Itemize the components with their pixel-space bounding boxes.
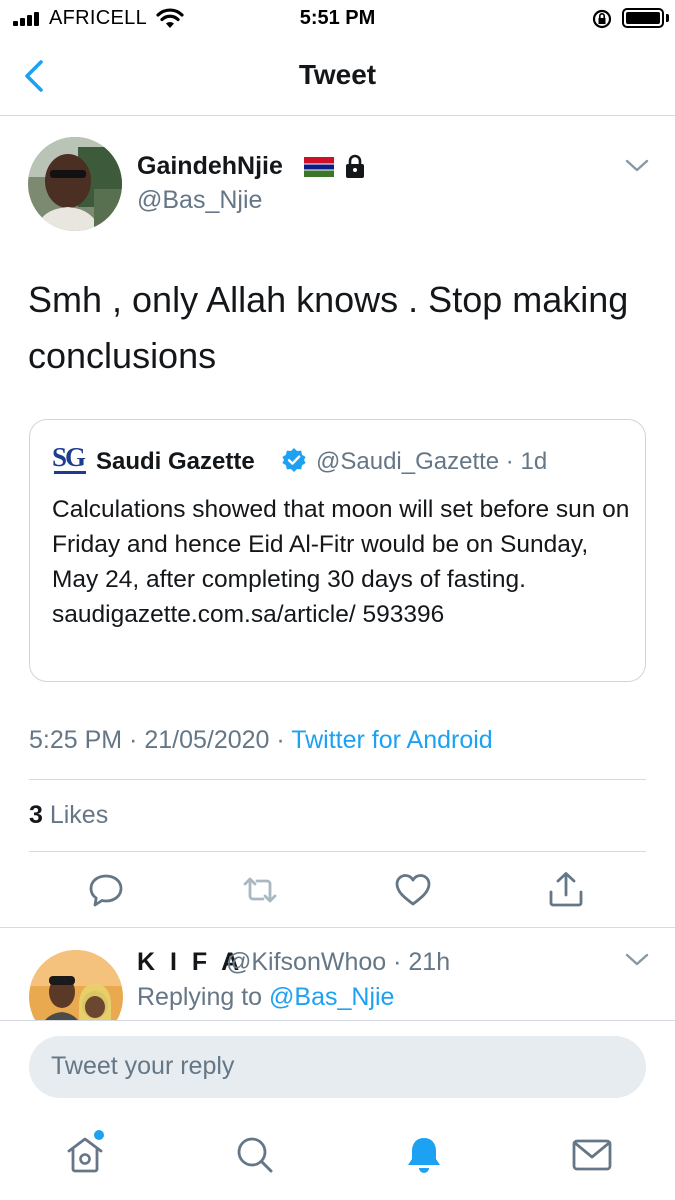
replying-to-handle[interactable]: @Bas_Njie [269,983,394,1011]
status-bar: AFRICELL 5:51 PM [0,0,675,38]
replying-to: Replying to @Bas_Njie [137,983,394,1012]
battery-tip [666,14,669,22]
replying-to-label: Replying to [137,983,270,1011]
timestamp-text: 5:25 PM · 21/05/2020 · [29,726,292,754]
quoted-handle-time: @Saudi_Gazette · 1d [316,448,548,475]
chevron-down-icon[interactable] [624,158,650,174]
tweet-source-link[interactable]: Twitter for Android [291,726,492,754]
divider [29,779,646,780]
author-name[interactable]: GaindehNjie [137,152,283,181]
nav-bar: Tweet [0,38,675,116]
tweet-timestamp: 5:25 PM · 21/05/2020 · Twitter for Andro… [29,726,493,755]
gambia-flag-icon [304,157,334,177]
page-title: Tweet [298,59,377,90]
chevron-down-icon[interactable] [624,952,650,968]
notifications-icon[interactable] [402,1133,446,1177]
reply-input[interactable]: Tweet your reply [29,1036,646,1098]
share-icon[interactable] [546,870,586,910]
rotation-lock-icon [592,9,612,29]
verified-badge-icon [282,448,306,472]
quoted-tweet-card[interactable]: SG Saudi Gazette @Saudi_Gazette · 1d Cal… [29,419,646,682]
like-icon[interactable] [393,870,433,910]
retweet-icon[interactable] [240,870,280,910]
battery-icon [622,8,664,28]
section-separator [0,927,675,928]
author-avatar[interactable] [28,137,122,231]
messages-icon[interactable] [570,1133,614,1177]
quoted-author-name: Saudi Gazette [96,448,255,475]
divider [29,851,646,852]
status-time: 5:51 PM [299,7,376,29]
saudi-gazette-logo: SG [52,442,86,474]
quoted-tweet-text: Calculations showed that moon will set b… [52,496,630,628]
search-icon[interactable] [233,1133,277,1177]
lock-icon [346,154,364,178]
reply-icon[interactable] [86,870,126,910]
unread-dot [94,1130,104,1140]
reply-handle-time[interactable]: @KifsonWhoo · 21h [226,948,450,977]
author-handle[interactable]: @Bas_Njie [137,186,262,215]
likes-count[interactable]: 3 Likes [29,801,108,830]
likes-number: 3 [29,801,43,829]
likes-label: Likes [42,801,109,829]
tweet-text: Smh , only Allah knows . Stop making con… [28,279,629,376]
